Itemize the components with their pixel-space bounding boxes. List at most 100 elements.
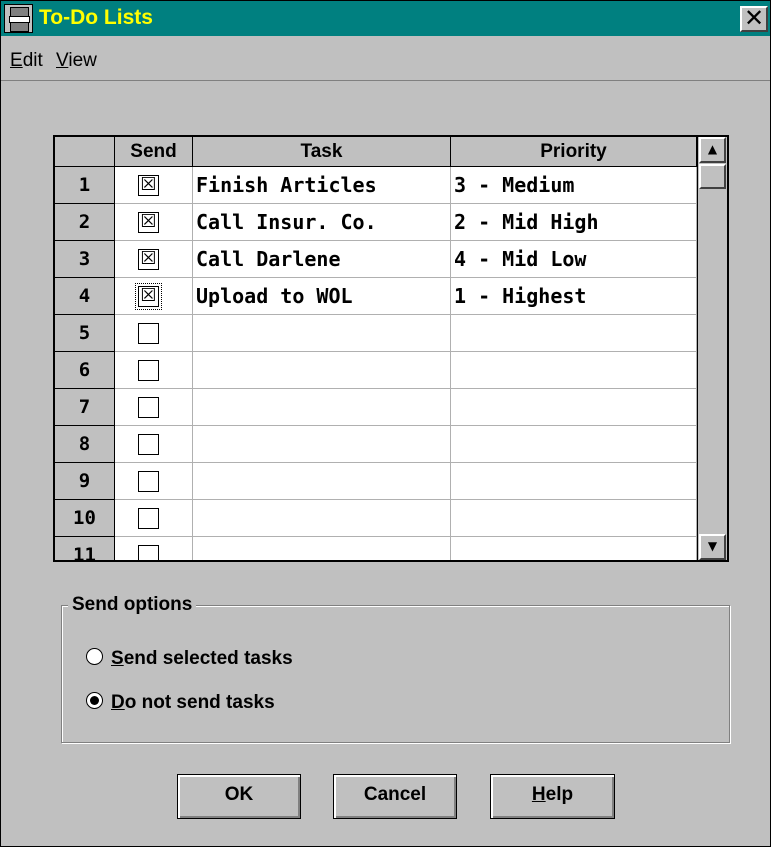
priority-cell[interactable] [451, 463, 697, 500]
send-cell: ☒ [115, 278, 193, 315]
header-task: Task [193, 137, 451, 167]
help-label: elp [545, 784, 574, 805]
table-row[interactable]: 2 ☒ Call Insur. Co. 2 - Mid High [55, 204, 697, 241]
task-cell[interactable]: Call Darlene [193, 241, 451, 278]
send-options-label: Send options [68, 594, 197, 616]
task-cell[interactable]: Call Insur. Co. [193, 204, 451, 241]
radio-send-selected-label: end selected tasks [123, 648, 293, 669]
priority-cell[interactable]: 3 - Medium [451, 167, 697, 204]
menu-edit-label: dit [22, 50, 43, 71]
table-row[interactable]: 8 [55, 426, 697, 463]
send-cell [115, 389, 193, 426]
table-row[interactable]: 3 ☒ Call Darlene 4 - Mid Low [55, 241, 697, 278]
scroll-thumb[interactable] [699, 164, 726, 189]
priority-cell[interactable] [451, 389, 697, 426]
row-number[interactable]: 9 [55, 463, 115, 500]
radio-do-not-send-dot[interactable] [86, 692, 103, 709]
system-menu-icon[interactable] [4, 4, 33, 33]
scroll-up-icon[interactable]: ▲ [699, 137, 726, 163]
send-checkbox[interactable]: ☒ [138, 175, 159, 196]
priority-cell[interactable]: 1 - Highest [451, 278, 697, 315]
radio-send-selected-accel: S [111, 648, 124, 669]
row-number[interactable]: 6 [55, 352, 115, 389]
row-number[interactable]: 5 [55, 315, 115, 352]
send-checkbox[interactable] [138, 545, 159, 560]
priority-cell[interactable] [451, 352, 697, 389]
send-checkbox[interactable] [138, 508, 159, 529]
menu-edit[interactable]: Edit [10, 50, 43, 72]
row-number[interactable]: 2 [55, 204, 115, 241]
send-cell [115, 463, 193, 500]
menu-view-label: iew [68, 50, 97, 71]
radio-send-selected-dot[interactable] [86, 648, 103, 665]
send-checkbox[interactable]: ☒ [135, 283, 162, 310]
row-number[interactable]: 7 [55, 389, 115, 426]
ok-button[interactable]: OK [177, 774, 301, 819]
send-checkbox[interactable]: ☒ [138, 249, 159, 270]
task-cell[interactable]: Finish Articles [193, 167, 451, 204]
table-row[interactable]: 1 ☒ Finish Articles 3 - Medium [55, 167, 697, 204]
radio-do-not-send[interactable]: Do not send tasks [86, 692, 275, 714]
send-cell [115, 352, 193, 389]
priority-cell[interactable] [451, 537, 697, 560]
priority-cell[interactable] [451, 426, 697, 463]
system-menu-bar [9, 16, 30, 23]
radio-do-not-send-label: o not send tasks [124, 692, 275, 713]
send-checkbox[interactable] [138, 323, 159, 344]
help-accel: H [531, 784, 546, 805]
row-number[interactable]: 1 [55, 167, 115, 204]
task-cell[interactable]: Upload to WOL [193, 278, 451, 315]
help-button[interactable]: Help [490, 774, 615, 819]
table-row[interactable]: 4 ☒ Upload to WOL 1 - Highest [55, 278, 697, 315]
window-title: To-Do Lists [39, 6, 153, 29]
table-row[interactable]: 7 [55, 389, 697, 426]
row-number[interactable]: 10 [55, 500, 115, 537]
send-checkbox[interactable] [138, 360, 159, 381]
row-number[interactable]: 3 [55, 241, 115, 278]
header-send: Send [115, 137, 193, 167]
send-checkbox[interactable]: ☒ [138, 212, 159, 233]
table-row[interactable]: 10 [55, 500, 697, 537]
title-bar: To-Do Lists ✕ [1, 1, 770, 36]
send-checkbox[interactable] [138, 434, 159, 455]
task-cell[interactable] [193, 463, 451, 500]
task-cell[interactable] [193, 315, 451, 352]
table-row[interactable]: 11 [55, 537, 697, 560]
scroll-down-icon[interactable]: ▼ [699, 534, 726, 560]
send-cell [115, 500, 193, 537]
table-row[interactable]: 5 [55, 315, 697, 352]
table-row[interactable]: 6 [55, 352, 697, 389]
close-icon[interactable]: ✕ [740, 6, 768, 32]
priority-cell[interactable] [451, 500, 697, 537]
send-cell [115, 537, 193, 560]
menu-edit-accel: E [10, 50, 23, 71]
send-cell [115, 426, 193, 463]
vertical-scrollbar[interactable]: ▲ ▼ [697, 137, 727, 560]
task-cell[interactable] [193, 352, 451, 389]
radio-send-selected[interactable]: Send selected tasks [86, 648, 293, 670]
task-cell[interactable] [193, 500, 451, 537]
priority-cell[interactable]: 2 - Mid High [451, 204, 697, 241]
task-cell[interactable] [193, 389, 451, 426]
cancel-button[interactable]: Cancel [333, 774, 457, 819]
send-options-group [61, 605, 731, 744]
header-corner [55, 137, 115, 167]
send-checkbox[interactable] [138, 397, 159, 418]
send-cell [115, 315, 193, 352]
table-row[interactable]: 9 [55, 463, 697, 500]
send-cell: ☒ [115, 204, 193, 241]
radio-do-not-send-accel: D [111, 692, 125, 713]
menu-view[interactable]: View [56, 50, 97, 72]
send-cell: ☒ [115, 167, 193, 204]
send-checkbox[interactable] [138, 471, 159, 492]
priority-cell[interactable]: 4 - Mid Low [451, 241, 697, 278]
todo-grid: Send Task Priority 1 ☒ Finish Articles 3 - … [53, 135, 729, 562]
row-number[interactable]: 8 [55, 426, 115, 463]
task-cell[interactable] [193, 426, 451, 463]
row-number[interactable]: 11 [55, 537, 115, 560]
send-cell: ☒ [115, 241, 193, 278]
row-number[interactable]: 4 [55, 278, 115, 315]
menu-view-accel: V [56, 50, 69, 71]
priority-cell[interactable] [451, 315, 697, 352]
task-cell[interactable] [193, 537, 451, 560]
